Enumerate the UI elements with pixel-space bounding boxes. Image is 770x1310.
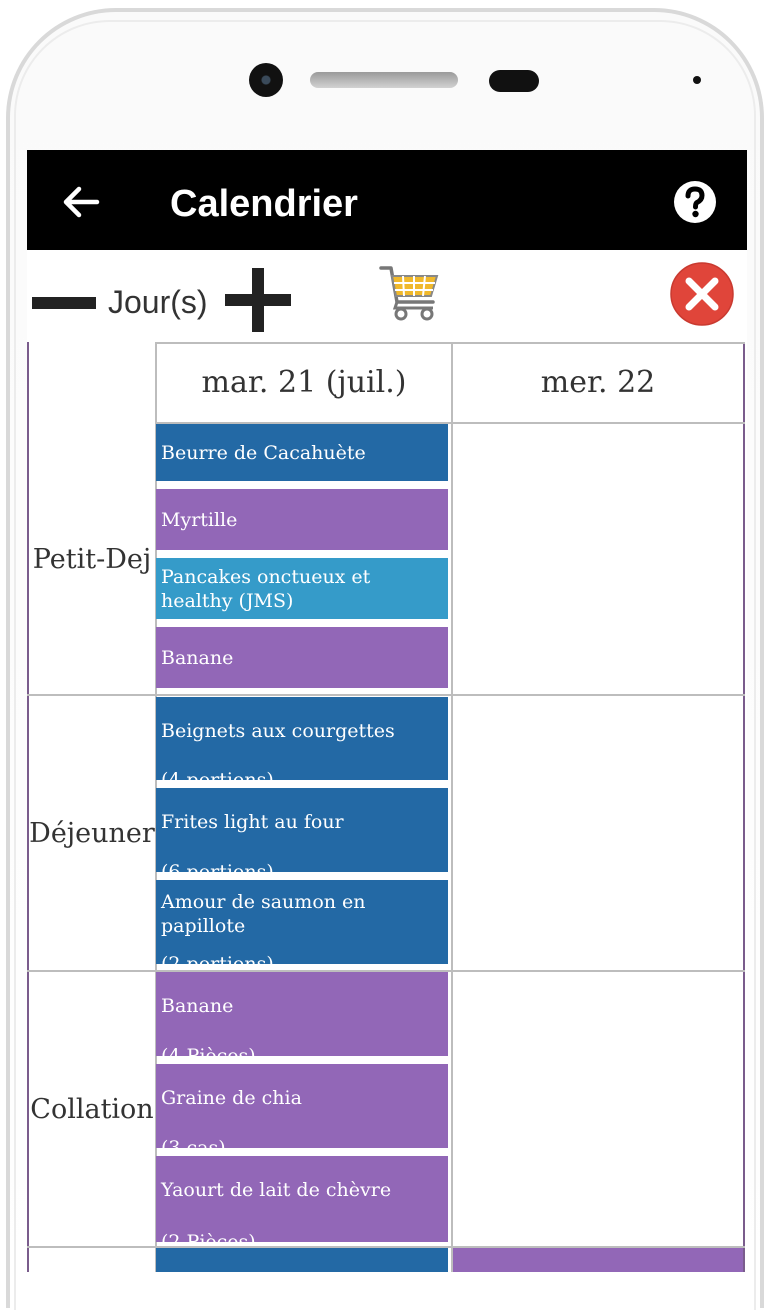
column-divider xyxy=(451,342,453,1272)
meal-item[interactable]: Yaourt de lait de chèvre (2 Pièces) xyxy=(156,1156,448,1242)
meal-item[interactable]: Myrtille xyxy=(156,489,448,550)
meal-item[interactable]: Frites light au four (6 portions) xyxy=(156,788,448,872)
page-title: Calendrier xyxy=(170,183,358,225)
meal-label-snack: Collation xyxy=(30,1093,154,1125)
meal-item[interactable]: Banane xyxy=(156,627,448,688)
proximity-sensor xyxy=(489,70,539,92)
meal-item[interactable]: Pancakes onctueux et healthy (JMS) xyxy=(156,558,448,619)
meal-item-quantity: (2 portions) xyxy=(161,953,274,964)
earpiece-speaker xyxy=(310,72,458,88)
meal-item[interactable]: Beignets aux courgettes (4 portions) xyxy=(156,697,448,780)
meal-item-name: Pancakes onctueux et healthy (JMS) xyxy=(161,565,371,612)
meal-item-name: Banane xyxy=(161,995,234,1017)
calendar-grid: mar. 21 (juil.) mer. 22 Petit-Dej Déjeun… xyxy=(27,342,747,1272)
meal-item-name: Graine de chia xyxy=(161,1087,302,1109)
shopping-cart-icon[interactable] xyxy=(379,262,443,324)
meal-item[interactable]: Banane (4 Pièces) xyxy=(156,972,448,1056)
day-header[interactable]: mar. 21 (juil.) xyxy=(157,342,451,422)
app-screen: Calendrier Jour(s) mar. 21 (juil.) mer. … xyxy=(27,150,747,1272)
day-header[interactable]: mer. 22 xyxy=(453,342,743,422)
days-label: Jour(s) xyxy=(108,284,208,320)
meal-item-partial[interactable] xyxy=(453,1248,743,1272)
sensor-dot xyxy=(693,76,701,84)
meal-item-name: Frites light au four xyxy=(161,811,344,833)
meal-item-quantity: (3 cas) xyxy=(161,1137,226,1148)
phone-frame: Calendrier Jour(s) mar. 21 (juil.) mer. … xyxy=(0,0,770,1310)
question-circle-icon[interactable] xyxy=(673,180,717,224)
front-camera xyxy=(249,63,283,97)
meal-item-quantity: (6 portions) xyxy=(161,861,274,872)
meal-label-breakfast: Petit-Dej xyxy=(32,543,152,575)
meal-item-name: Banane xyxy=(161,646,234,669)
app-bar: Calendrier xyxy=(27,150,747,250)
meal-item-name: Beurre de Cacahuète xyxy=(161,441,366,464)
day-toolbar: Jour(s) xyxy=(27,250,747,342)
close-circle-icon[interactable] xyxy=(670,262,734,326)
grid-border-right xyxy=(743,342,745,1272)
meal-item-quantity: (4 portions) xyxy=(161,769,274,780)
meal-item-quantity: (2 Pièces) xyxy=(161,1231,256,1242)
meal-item-name: Beignets aux courgettes xyxy=(161,720,395,742)
meal-item-partial[interactable] xyxy=(156,1248,448,1272)
meal-item[interactable]: Beurre de Cacahuète xyxy=(156,424,448,481)
plus-icon[interactable] xyxy=(225,268,291,332)
meal-item-name: Myrtille xyxy=(161,508,238,531)
arrow-left-icon[interactable] xyxy=(61,182,101,222)
meal-label-lunch: Déjeuner xyxy=(29,817,155,849)
meal-item-name: Yaourt de lait de chèvre xyxy=(161,1179,392,1201)
meal-item-quantity: (4 Pièces) xyxy=(161,1045,256,1056)
meal-item[interactable]: Graine de chia (3 cas) xyxy=(156,1064,448,1148)
meal-item[interactable]: Amour de saumon en papillote (2 portions… xyxy=(156,880,448,964)
minus-icon[interactable] xyxy=(32,297,96,309)
meal-item-name: Amour de saumon en papillote xyxy=(161,891,366,937)
